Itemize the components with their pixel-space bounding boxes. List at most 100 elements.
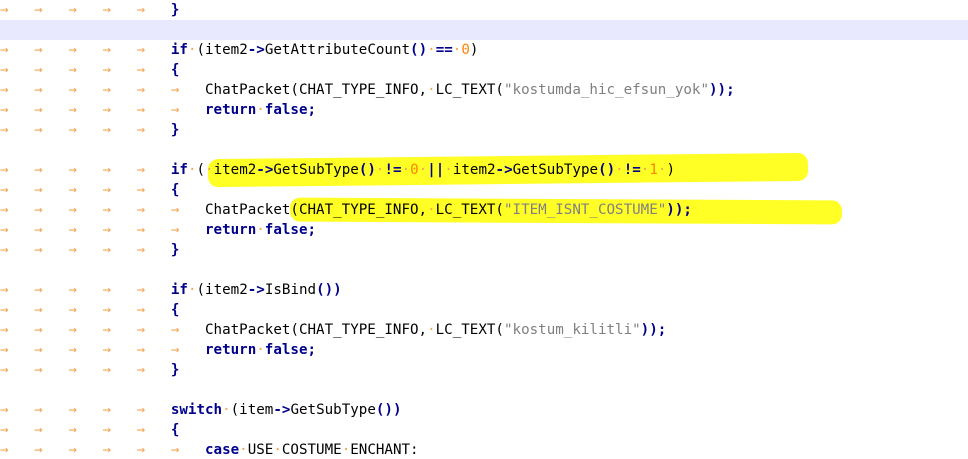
code-token: (: [196, 162, 206, 178]
code-token: (): [358, 162, 376, 178]
code-line[interactable]: → → → → → }: [0, 360, 968, 380]
code-token: false: [264, 222, 308, 238]
code-token: ): [469, 42, 479, 58]
code-token: ));: [708, 82, 735, 98]
code-line[interactable]: → → → → → {: [0, 420, 968, 440]
code-token: COSTUME: [281, 442, 342, 458]
code-token: }: [170, 242, 180, 258]
code-token: ||: [427, 162, 445, 178]
code-token: return: [205, 342, 257, 358]
code-token: return: [205, 222, 257, 238]
code-line[interactable]: → → → → → {: [0, 300, 968, 320]
whitespace-marker: → → → → →: [0, 362, 171, 378]
code-token: IsBind: [264, 282, 317, 298]
code-token: switch: [170, 402, 223, 418]
code-token: ));: [640, 322, 667, 338]
code-line[interactable]: → → → → → {: [0, 60, 968, 80]
code-line[interactable]: → → → → → → ChatPacket(CHAT_TYPE_INFO,·L…: [0, 320, 968, 340]
code-token: }: [170, 362, 180, 378]
code-token: ==: [435, 42, 453, 58]
code-line[interactable]: [0, 20, 968, 40]
code-line[interactable]: → → → → → → return·false;: [0, 100, 968, 120]
whitespace-marker: → → → → → →: [0, 82, 205, 98]
code-token: {: [170, 422, 180, 438]
code-token: ;: [307, 222, 317, 238]
code-token: false: [264, 102, 308, 118]
code-line[interactable]: → → → → → → ChatPacket(CHAT_TYPE_INFO,·L…: [0, 200, 968, 220]
code-token: ->: [247, 282, 265, 298]
code-token: ·: [256, 222, 265, 238]
code-token: }: [170, 122, 180, 138]
whitespace-marker: → → → → →: [0, 62, 171, 78]
code-token: ·: [222, 402, 231, 418]
code-token: LC_TEXT(: [435, 202, 504, 218]
code-token: ·: [256, 102, 265, 118]
code-line[interactable]: → → → → → → ChatPacket(CHAT_TYPE_INFO,·L…: [0, 80, 968, 100]
code-token: {: [170, 182, 180, 198]
code-line[interactable]: [0, 260, 968, 280]
code-line[interactable]: → → → → → }: [0, 0, 968, 20]
code-token: case: [205, 442, 240, 458]
code-token: "ITEM_ISNT_COSTUME": [503, 202, 667, 218]
code-token: "kostum_kilitli": [503, 322, 641, 338]
whitespace-marker: → → → → →: [0, 302, 171, 318]
code-token: if: [170, 282, 188, 298]
code-token: ENCHANT:: [350, 442, 419, 458]
code-editor[interactable]: → → → → → } → → → → → if·(item2->GetAttri…: [0, 0, 968, 459]
code-token: ·: [427, 42, 436, 58]
code-token: 0: [410, 162, 419, 178]
code-line[interactable]: → → → → → if·(·item2->GetSubType()·!=·0·…: [0, 160, 968, 180]
whitespace-marker: → → → → →: [0, 162, 171, 178]
code-token: ;: [307, 102, 317, 118]
code-token: ->: [273, 402, 291, 418]
code-token: ;: [307, 342, 317, 358]
code-line[interactable]: → → → → → }: [0, 240, 968, 260]
code-line[interactable]: → → → → → }: [0, 120, 968, 140]
whitespace-marker: → → → → → →: [0, 222, 205, 238]
code-token: ChatPacket(CHAT_TYPE_INFO,: [205, 82, 428, 98]
code-token: GetSubType: [273, 162, 359, 178]
code-token: (): [410, 42, 428, 58]
whitespace-marker: → → → → →: [0, 422, 171, 438]
code-token: ChatPacket(CHAT_TYPE_INFO,: [205, 202, 428, 218]
code-token: GetSubType: [290, 402, 376, 418]
code-token: ChatPacket(CHAT_TYPE_INFO,: [205, 322, 428, 338]
code-line[interactable]: → → → → → switch·(item->GetSubType()): [0, 400, 968, 420]
code-line[interactable]: → → → → → if · (item2->GetAttributeCount()…: [0, 40, 968, 60]
code-token: (item: [230, 402, 274, 418]
code-token: }: [170, 2, 180, 18]
code-token: ()): [375, 402, 402, 418]
code-token: ·: [427, 82, 436, 98]
code-token: ·: [444, 162, 453, 178]
code-line[interactable]: → → → → → → return·false;: [0, 340, 968, 360]
whitespace-marker: → → → → →: [0, 122, 171, 138]
whitespace-marker: → → → → →: [0, 282, 171, 298]
whitespace-marker: → → → → → →: [0, 342, 205, 358]
whitespace-marker: → → → → → →: [0, 102, 205, 118]
code-token: ·: [418, 162, 428, 178]
code-token: (item2: [196, 42, 248, 58]
code-token: {: [170, 62, 180, 78]
whitespace-marker: → → → → → →: [0, 202, 205, 218]
code-token: ->: [247, 42, 265, 58]
code-token: item2: [452, 162, 496, 178]
code-token: ·: [341, 442, 351, 458]
code-token: (): [598, 162, 616, 178]
code-token: ·: [427, 202, 436, 218]
code-line[interactable]: → → → → → → case·USE·COSTUME·ENCHANT:: [0, 440, 968, 459]
code-token: false: [264, 342, 308, 358]
code-token: !=: [384, 162, 402, 178]
code-token: if: [170, 42, 188, 58]
code-token: ->: [495, 162, 513, 178]
code-line[interactable]: → → → → → {: [0, 180, 968, 200]
code-token: ): [666, 162, 675, 178]
code-line[interactable]: [0, 140, 968, 160]
code-token: item2: [213, 162, 257, 178]
code-token: ·: [256, 342, 265, 358]
code-token: "kostumda_hic_efsun_yok": [503, 82, 709, 98]
code-token: LC_TEXT(: [435, 82, 504, 98]
code-line[interactable]: → → → → → if·(item2->IsBind()): [0, 280, 968, 300]
code-line[interactable]: [0, 380, 968, 400]
whitespace-marker: → → → → →: [0, 2, 171, 18]
code-line[interactable]: → → → → → → return·false;: [0, 220, 968, 240]
